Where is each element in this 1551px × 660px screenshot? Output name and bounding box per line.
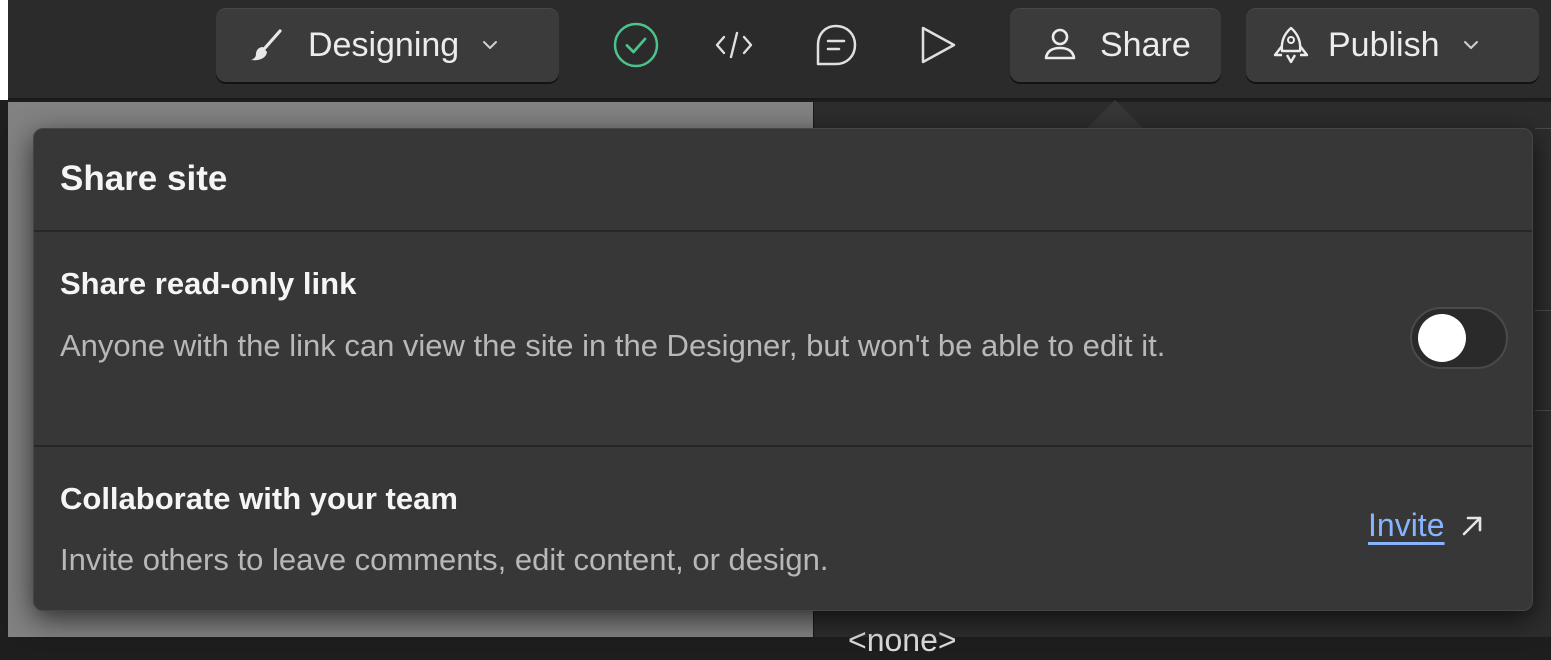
publish-status-button[interactable] xyxy=(611,20,661,70)
section-divider xyxy=(34,230,1532,232)
play-icon xyxy=(921,26,956,64)
publish-label: Publish xyxy=(1328,25,1440,64)
share-label: Share xyxy=(1100,25,1191,64)
top-toolbar: Designing Share Publish xyxy=(0,0,1551,100)
check-circle-icon xyxy=(613,22,659,68)
panel-divider xyxy=(1535,310,1551,311)
external-arrow-icon xyxy=(1463,516,1482,535)
collaborate-description: Invite others to leave comments, edit co… xyxy=(60,542,829,577)
comments-button[interactable] xyxy=(811,20,861,70)
code-view-button[interactable] xyxy=(709,20,759,70)
read-only-link-toggle[interactable] xyxy=(1410,307,1508,369)
panel-divider xyxy=(1535,410,1551,411)
invite-link[interactable]: Invite xyxy=(1368,507,1486,544)
read-only-link-description: Anyone with the link can view the site i… xyxy=(60,328,1166,363)
panel-value-text: <none> xyxy=(848,622,957,658)
collaborate-title: Collaborate with your team xyxy=(60,481,458,516)
paintbrush-icon xyxy=(251,29,282,61)
mode-dropdown-button[interactable]: Designing xyxy=(216,8,559,82)
mode-label: Designing xyxy=(308,25,460,64)
section-divider xyxy=(34,445,1532,447)
share-site-popover: Share site Share read-only link Anyone w… xyxy=(33,128,1533,611)
comment-icon xyxy=(816,24,857,66)
read-only-link-title: Share read-only link xyxy=(60,266,357,301)
code-icon xyxy=(715,31,753,59)
popover-pointer xyxy=(1085,100,1145,130)
panel-divider xyxy=(1535,128,1551,129)
invite-label: Invite xyxy=(1368,507,1445,543)
share-button[interactable]: Share xyxy=(1010,8,1221,82)
chevron-down-icon xyxy=(483,41,498,49)
window-edge xyxy=(0,0,8,100)
user-icon xyxy=(1044,28,1076,60)
rocket-icon xyxy=(1273,26,1309,64)
preview-button[interactable] xyxy=(912,20,962,70)
popover-title: Share site xyxy=(60,159,228,198)
toggle-knob xyxy=(1418,314,1466,362)
chevron-down-icon xyxy=(1463,41,1478,49)
publish-dropdown-button[interactable]: Publish xyxy=(1246,8,1539,82)
